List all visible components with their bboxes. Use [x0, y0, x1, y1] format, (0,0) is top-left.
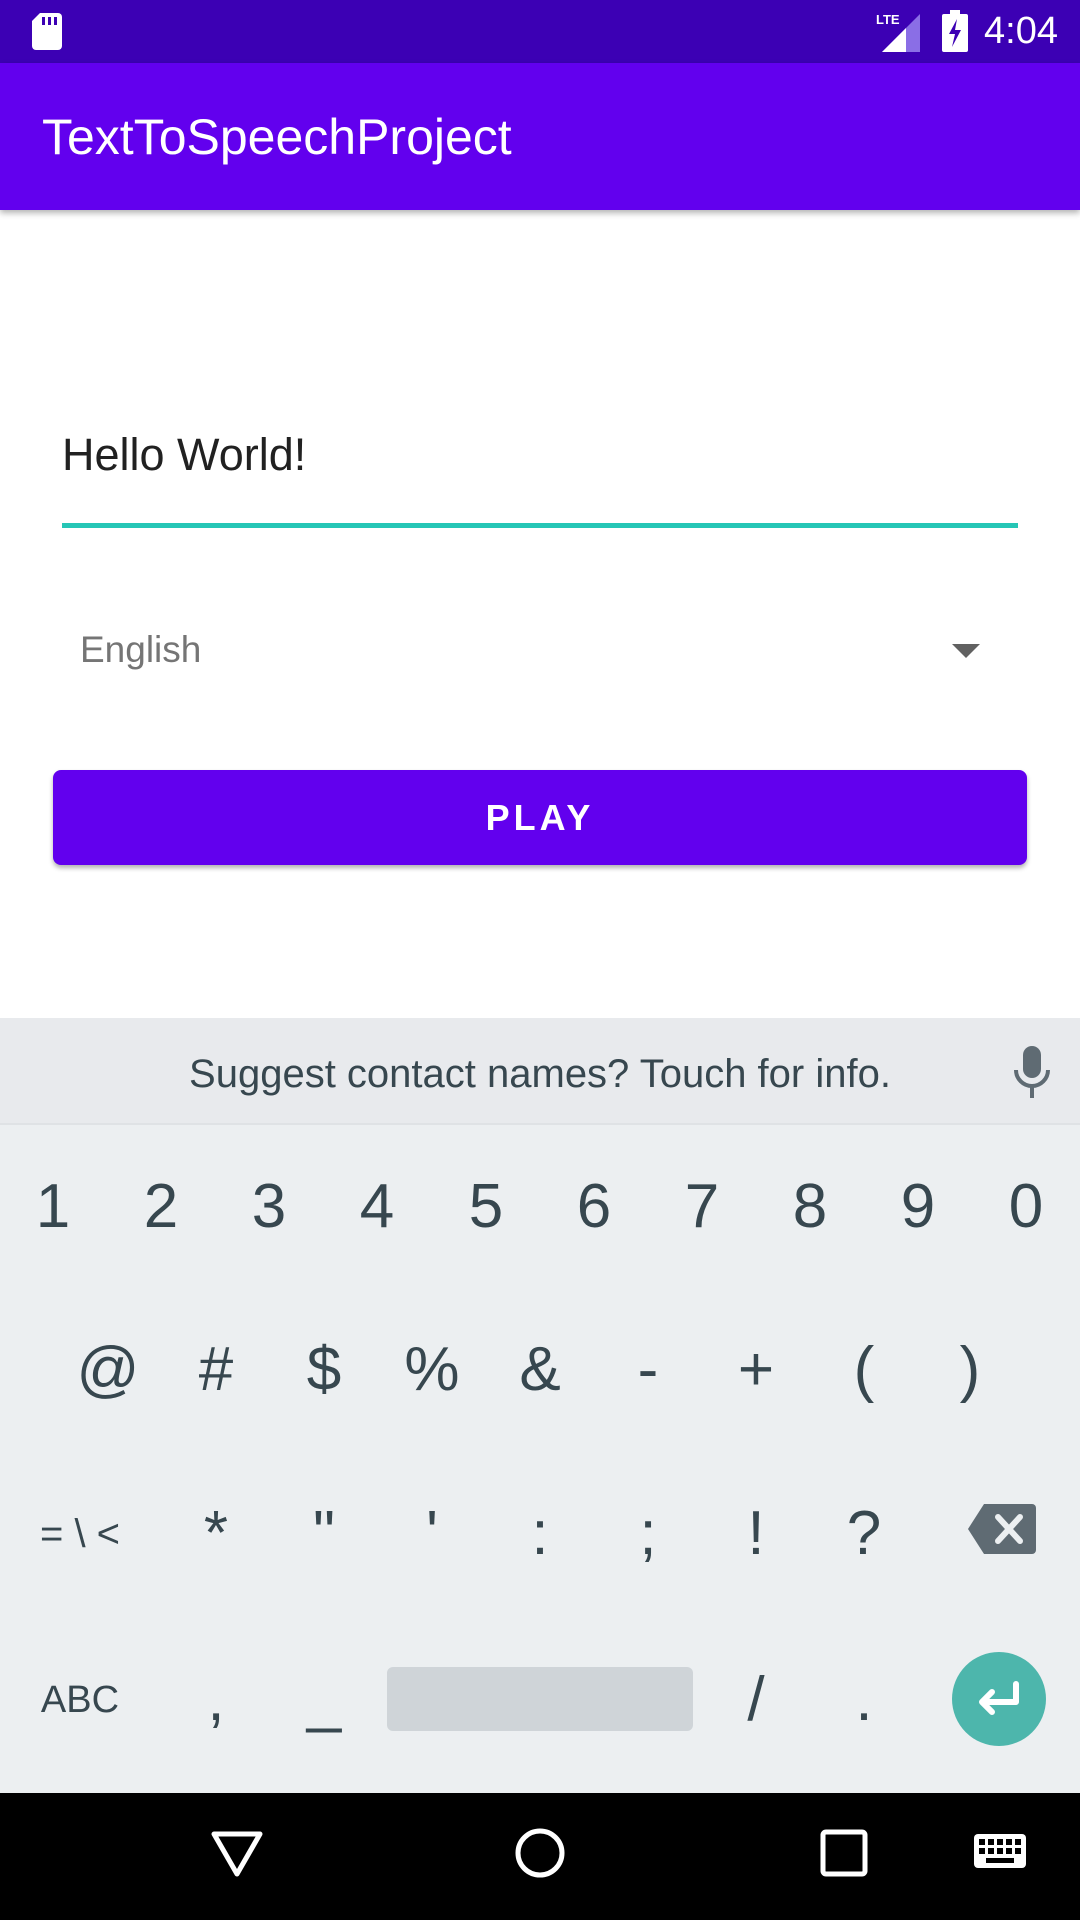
enter-key[interactable] — [952, 1652, 1046, 1746]
key-6[interactable]: 6 — [544, 1157, 644, 1257]
key-1[interactable]: 1 — [3, 1157, 103, 1257]
key-colon[interactable]: : — [490, 1484, 590, 1584]
key-open-paren[interactable]: ( — [814, 1320, 914, 1420]
key-7[interactable]: 7 — [652, 1157, 752, 1257]
backspace-icon[interactable] — [968, 1504, 1036, 1554]
battery-charging-icon — [942, 10, 968, 52]
key-0[interactable]: 0 — [976, 1157, 1076, 1257]
key-dollar[interactable]: $ — [274, 1320, 374, 1420]
key-plus[interactable]: + — [706, 1320, 806, 1420]
key-slash[interactable]: / — [706, 1650, 806, 1750]
key-underscore[interactable]: _ — [274, 1650, 374, 1750]
space-bar[interactable] — [387, 1667, 693, 1731]
status-clock: 4:04 — [984, 10, 1058, 52]
key-close-paren[interactable]: ) — [920, 1320, 1020, 1420]
key-double-quote[interactable]: " — [274, 1484, 374, 1584]
back-icon[interactable] — [210, 1826, 264, 1880]
sd-card-icon — [32, 13, 62, 50]
key-3[interactable]: 3 — [219, 1157, 319, 1257]
key-ampersand[interactable]: & — [490, 1320, 590, 1420]
key-at[interactable]: @ — [58, 1320, 158, 1420]
language-spinner[interactable]: English — [62, 610, 1018, 690]
lte-label: LTE — [876, 12, 900, 27]
key-abc[interactable]: ABC — [25, 1650, 135, 1750]
input-focus-underline — [62, 523, 1018, 528]
key-more-symbols[interactable]: = \ < — [25, 1484, 135, 1584]
key-5[interactable]: 5 — [436, 1157, 536, 1257]
key-asterisk[interactable]: * — [166, 1484, 266, 1584]
key-semicolon[interactable]: ; — [598, 1484, 698, 1584]
dropdown-arrow-icon — [952, 644, 980, 658]
key-2[interactable]: 2 — [111, 1157, 211, 1257]
mic-icon[interactable] — [1008, 1044, 1056, 1100]
play-button[interactable]: PLAY — [53, 770, 1027, 865]
key-hash[interactable]: # — [166, 1320, 266, 1420]
key-exclamation[interactable]: ! — [706, 1484, 806, 1584]
key-comma[interactable]: , — [166, 1650, 266, 1750]
keyboard-icon[interactable] — [972, 1830, 1028, 1876]
key-4[interactable]: 4 — [327, 1157, 427, 1257]
navigation-bar — [0, 1793, 1080, 1920]
suggestion-text[interactable]: Suggest contact names? Touch for info. — [0, 1046, 1080, 1102]
language-selected-value: English — [80, 629, 202, 670]
text-to-speak-input[interactable] — [62, 360, 1018, 530]
app-title: TextToSpeechProject — [42, 109, 512, 165]
enter-icon — [979, 1681, 1019, 1715]
recents-icon[interactable] — [817, 1826, 871, 1880]
key-period[interactable]: . — [814, 1650, 914, 1750]
key-9[interactable]: 9 — [868, 1157, 968, 1257]
key-percent[interactable]: % — [382, 1320, 482, 1420]
key-minus[interactable]: - — [598, 1320, 698, 1420]
key-8[interactable]: 8 — [760, 1157, 860, 1257]
signal-icon: LTE — [876, 12, 920, 52]
home-icon[interactable] — [513, 1826, 567, 1880]
key-question[interactable]: ? — [814, 1484, 914, 1584]
key-single-quote[interactable]: ' — [382, 1484, 482, 1584]
